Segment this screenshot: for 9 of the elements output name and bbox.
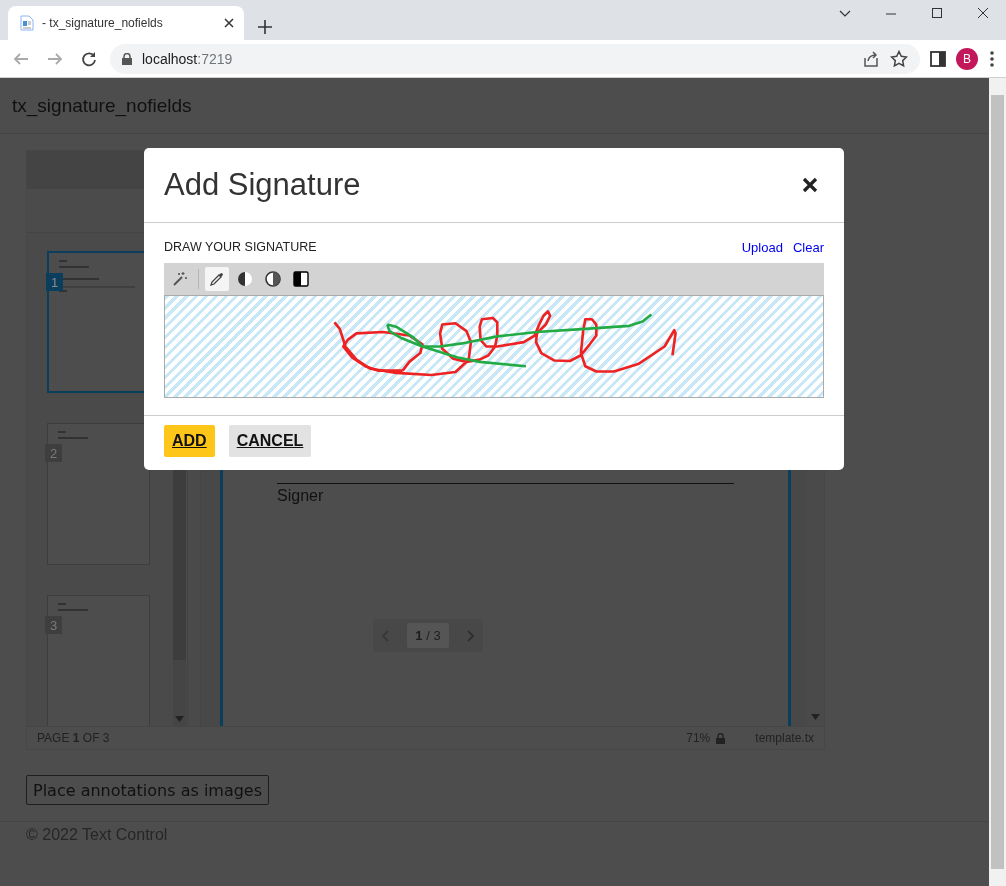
section-label: DRAW YOUR SIGNATURE [164,240,318,254]
url-text: localhost:7219 [142,50,233,67]
page-title: tx_signature_nofields [12,94,192,117]
tab-title: - tx_signature_nofields [42,16,164,30]
page-number-badge: 1 [46,273,63,291]
page-number-badge: 3 [45,616,62,634]
signer-label: Signer [277,487,325,505]
page-number-badge: 2 [45,444,62,462]
dialog-title: Add Signature [164,167,361,203]
